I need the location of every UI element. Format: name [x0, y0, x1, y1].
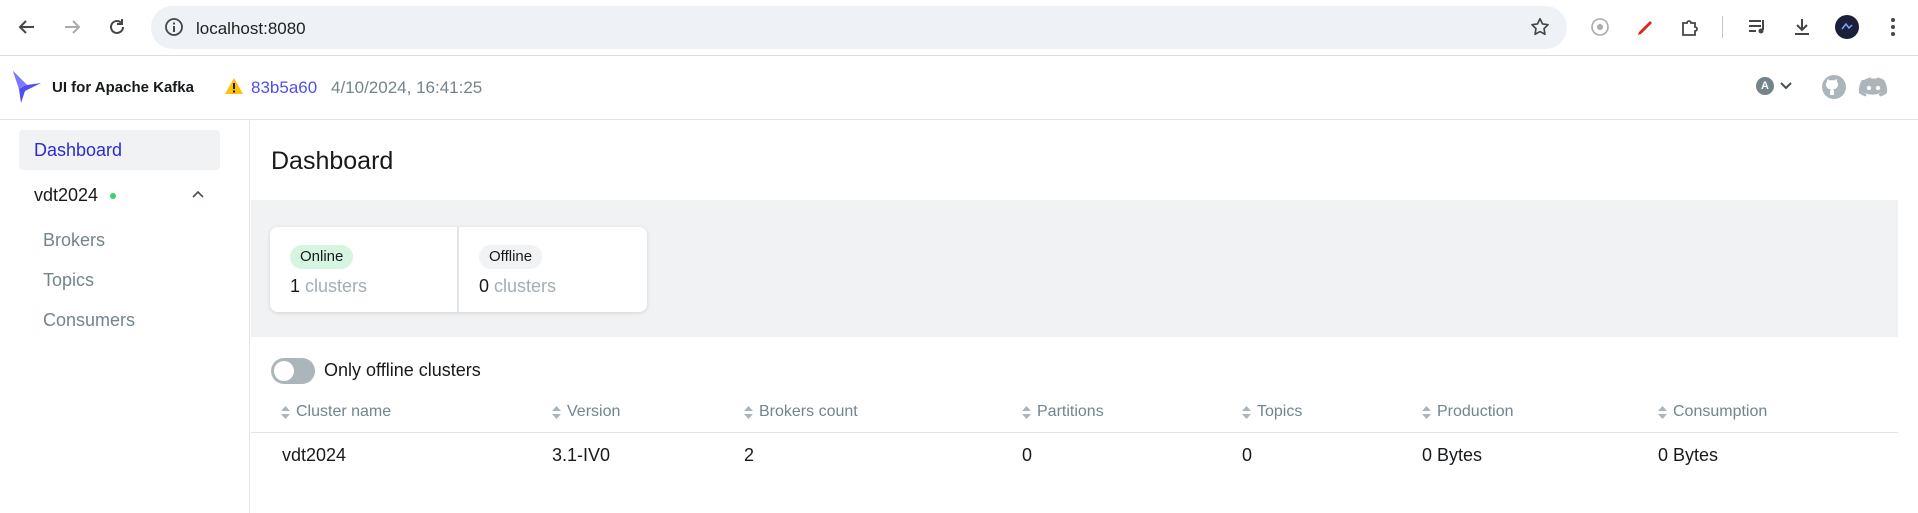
- media-controls-icon[interactable]: [1745, 15, 1769, 39]
- discord-icon[interactable]: [1858, 75, 1888, 99]
- toggle-label: Only offline clusters: [324, 360, 481, 380]
- sidebar: Dashboard vdt2024 Brokers Topics Consume…: [0, 121, 250, 513]
- offline-count: 0 clusters: [479, 276, 557, 296]
- warning-icon: [225, 78, 243, 94]
- column-header-consumption[interactable]: Consumption: [1658, 403, 1767, 421]
- column-header-production[interactable]: Production: [1422, 403, 1514, 421]
- extensions-puzzle-icon[interactable]: [1678, 15, 1702, 39]
- offline-badge: Offline: [479, 245, 543, 269]
- user-menu[interactable]: A: [1756, 77, 1792, 95]
- cluster-stats-card: Online 1 clusters Offline 0 clusters: [270, 227, 647, 312]
- kafka-ui-logo-icon[interactable]: [11, 69, 43, 105]
- cluster-status-dot: [110, 193, 116, 199]
- sort-icon: [281, 405, 290, 419]
- sidebar-item-consumers[interactable]: Consumers: [43, 310, 135, 331]
- extension-record-icon[interactable]: [1588, 15, 1612, 39]
- browser-menu-icon[interactable]: [1881, 15, 1905, 39]
- url-text[interactable]: localhost:8080: [196, 19, 306, 39]
- profile-avatar[interactable]: [1835, 15, 1859, 39]
- online-count: 1 clusters: [290, 276, 368, 296]
- sort-icon: [1242, 405, 1251, 419]
- column-header-version[interactable]: Version: [552, 403, 620, 421]
- downloads-icon[interactable]: [1790, 15, 1814, 39]
- main-content: Dashboard Online 1 clusters Offline 0 cl…: [251, 121, 1898, 513]
- sort-icon: [1422, 405, 1431, 419]
- cluster-name: vdt2024: [34, 185, 99, 205]
- build-date: 4/10/2024, 16:41:25: [331, 78, 483, 97]
- online-badge: Online: [290, 245, 354, 269]
- browser-toolbar: localhost:8080: [0, 0, 1918, 56]
- cell-brokers-count: 2: [744, 445, 755, 465]
- forward-icon[interactable]: [57, 12, 87, 42]
- github-icon[interactable]: [1821, 74, 1847, 100]
- sidebar-item-label: Dashboard: [34, 140, 123, 160]
- sidebar-item-brokers[interactable]: Brokers: [43, 230, 105, 251]
- page-title: Dashboard: [271, 147, 394, 175]
- sidebar-item-topics[interactable]: Topics: [43, 270, 94, 291]
- offline-clusters-toggle[interactable]: [271, 358, 315, 384]
- card-divider: [457, 227, 459, 312]
- pen-extension-icon[interactable]: [1633, 15, 1657, 39]
- toolbar-separator: [1722, 16, 1723, 38]
- reload-icon[interactable]: [102, 12, 132, 42]
- cell-consumption: 0 Bytes: [1658, 445, 1719, 465]
- column-header-cluster-name[interactable]: Cluster name: [281, 403, 391, 421]
- app-header: UI for Apache Kafka 83b5a60 4/10/2024, 1…: [0, 57, 1918, 120]
- cell-cluster-name[interactable]: vdt2024: [282, 445, 346, 466]
- address-bar[interactable]: localhost:8080: [151, 6, 1567, 49]
- site-info-icon[interactable]: [164, 17, 184, 37]
- cell-production: 0 Bytes: [1422, 445, 1483, 465]
- cell-partitions: 0: [1022, 445, 1033, 465]
- chevron-up-icon[interactable]: [191, 188, 205, 202]
- column-header-topics[interactable]: Topics: [1242, 403, 1302, 421]
- commit-link[interactable]: 83b5a60: [251, 78, 317, 98]
- column-header-brokers-count[interactable]: Brokers count: [744, 403, 858, 421]
- toggle-knob: [274, 361, 294, 381]
- column-header-partitions[interactable]: Partitions: [1022, 403, 1104, 421]
- sidebar-cluster-vdt2024[interactable]: vdt2024: [19, 177, 220, 213]
- sort-icon: [744, 405, 753, 419]
- user-avatar[interactable]: A: [1756, 77, 1774, 95]
- brand-title[interactable]: UI for Apache Kafka: [52, 79, 194, 96]
- cell-version: 3.1-IV0: [552, 445, 611, 465]
- table-header-divider: [251, 432, 1898, 433]
- cell-topics: 0: [1242, 445, 1253, 465]
- sort-icon: [1658, 405, 1667, 419]
- back-icon[interactable]: [12, 12, 42, 42]
- bookmark-star-icon[interactable]: [1529, 16, 1551, 38]
- sort-icon: [552, 405, 561, 419]
- chevron-down-icon[interactable]: [1780, 82, 1792, 90]
- sidebar-item-dashboard[interactable]: Dashboard: [19, 130, 220, 170]
- sort-icon: [1022, 405, 1031, 419]
